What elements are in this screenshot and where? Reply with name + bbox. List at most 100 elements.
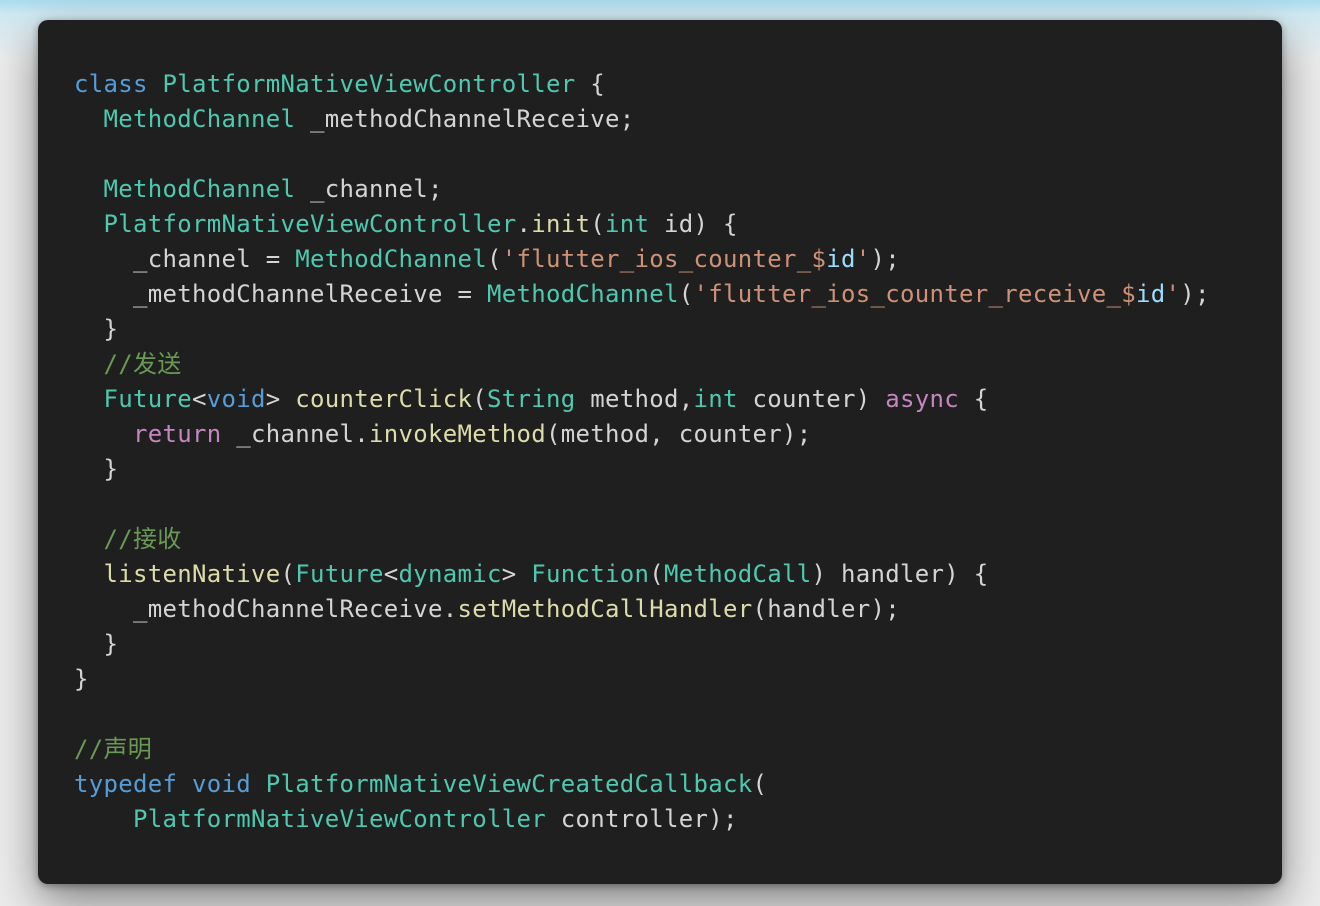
code-line: Future<void> counterClick(String method,… <box>74 382 1210 417</box>
code-token: ( <box>472 385 487 413</box>
code-token: int <box>604 210 650 238</box>
code-line: //声明 <box>74 732 1210 767</box>
code-token: _methodChannelReceive = <box>74 280 487 308</box>
code-token: _channel; <box>295 175 443 203</box>
code-token: MethodChannel <box>486 280 679 308</box>
code-token: } <box>74 665 89 693</box>
code-token: _methodChannelReceive; <box>295 105 635 133</box>
code-token: ( <box>678 280 694 308</box>
code-token: . <box>516 210 532 238</box>
code-token: (method, counter); <box>546 420 812 448</box>
code-token: { <box>959 385 989 413</box>
code-token: PlatformNativeViewCreatedCallback <box>265 770 753 798</box>
code-line: return _channel.invokeMethod(method, cou… <box>74 417 1210 452</box>
code-token: //声明 <box>74 735 153 763</box>
code-token: listenNative <box>103 560 281 588</box>
code-line: } <box>74 627 1210 662</box>
code-line: MethodChannel _channel; <box>74 172 1210 207</box>
code-token: id) { <box>649 210 738 238</box>
code-token: ( <box>280 560 296 588</box>
code-token: ( <box>590 210 605 238</box>
code-line: typedef void PlatformNativeViewCreatedCa… <box>74 767 1210 802</box>
code-token: Future <box>295 560 384 588</box>
code-token: ); <box>1180 280 1210 308</box>
code-token: PlatformNativeViewController <box>133 805 546 833</box>
code-line: //发送 <box>74 347 1210 382</box>
code-token: typedef <box>74 770 178 798</box>
code-token: void <box>192 770 251 798</box>
code-token: } <box>74 630 119 658</box>
code-token: ( <box>752 770 768 798</box>
code-token: Function <box>531 560 650 588</box>
code-token: } <box>74 315 119 343</box>
code-token: PlatformNativeViewController <box>162 70 576 98</box>
code-token: ' <box>855 245 871 273</box>
code-token: method, <box>575 385 694 413</box>
code-line: //接收 <box>74 522 1210 557</box>
code-token: > <box>265 385 296 413</box>
code-token: MethodChannel <box>295 245 487 273</box>
code-token: ' <box>1165 280 1181 308</box>
code-token: ) handler) { <box>811 560 989 588</box>
code-line: PlatformNativeViewController.init(int id… <box>74 207 1210 242</box>
code-token: invokeMethod <box>369 420 546 448</box>
code-token: ( <box>487 245 502 273</box>
code-line: _methodChannelReceive.setMethodCallHandl… <box>74 592 1210 627</box>
code-line: } <box>74 662 1210 697</box>
code-token: MethodCall <box>664 560 812 588</box>
code-token: MethodChannel <box>103 105 296 133</box>
code-window: class PlatformNativeViewController { Met… <box>38 20 1282 884</box>
code-line: _methodChannelReceive = MethodChannel('f… <box>74 277 1210 312</box>
code-token: PlatformNativeViewController <box>103 210 517 238</box>
code-token: ); <box>870 245 900 273</box>
code-line: PlatformNativeViewController controller)… <box>74 802 1210 837</box>
code-token: dynamic <box>398 560 502 588</box>
code-token: init <box>531 210 591 238</box>
code-token: id <box>1135 280 1166 308</box>
code-token: 'flutter_ios_counter_$ <box>501 245 827 273</box>
code-line: _channel = MethodChannel('flutter_ios_co… <box>74 242 1210 277</box>
code-token: setMethodCallHandler <box>457 595 753 623</box>
code-block: class PlatformNativeViewController { Met… <box>74 67 1210 837</box>
code-token: counterClick <box>295 385 473 413</box>
code-token: } <box>74 455 119 483</box>
code-line: MethodChannel _methodChannelReceive; <box>74 102 1210 137</box>
code-token: int <box>693 385 738 413</box>
code-token: _channel. <box>221 420 369 448</box>
code-token: Future <box>103 385 192 413</box>
code-token: MethodChannel <box>103 175 296 203</box>
code-line: } <box>74 312 1210 347</box>
code-token: controller); <box>545 805 738 833</box>
code-token: 'flutter_ios_counter_receive_$ <box>693 280 1136 308</box>
code-token: { <box>575 70 605 98</box>
code-token: //接收 <box>103 525 182 553</box>
code-token: (handler); <box>752 595 900 623</box>
code-token: class <box>74 70 148 98</box>
code-token: return <box>133 420 222 448</box>
code-token: String <box>487 385 576 413</box>
code-token: id <box>826 245 856 273</box>
code-token: _methodChannelReceive. <box>74 595 458 623</box>
code-token: async <box>885 385 959 413</box>
code-token: //发送 <box>103 350 182 378</box>
code-line: class PlatformNativeViewController { <box>74 67 1210 102</box>
code-token: > <box>501 560 532 588</box>
code-line: } <box>74 452 1210 487</box>
code-token: _channel = <box>74 245 296 273</box>
code-token: ( <box>649 560 664 588</box>
code-token: < <box>192 385 207 413</box>
